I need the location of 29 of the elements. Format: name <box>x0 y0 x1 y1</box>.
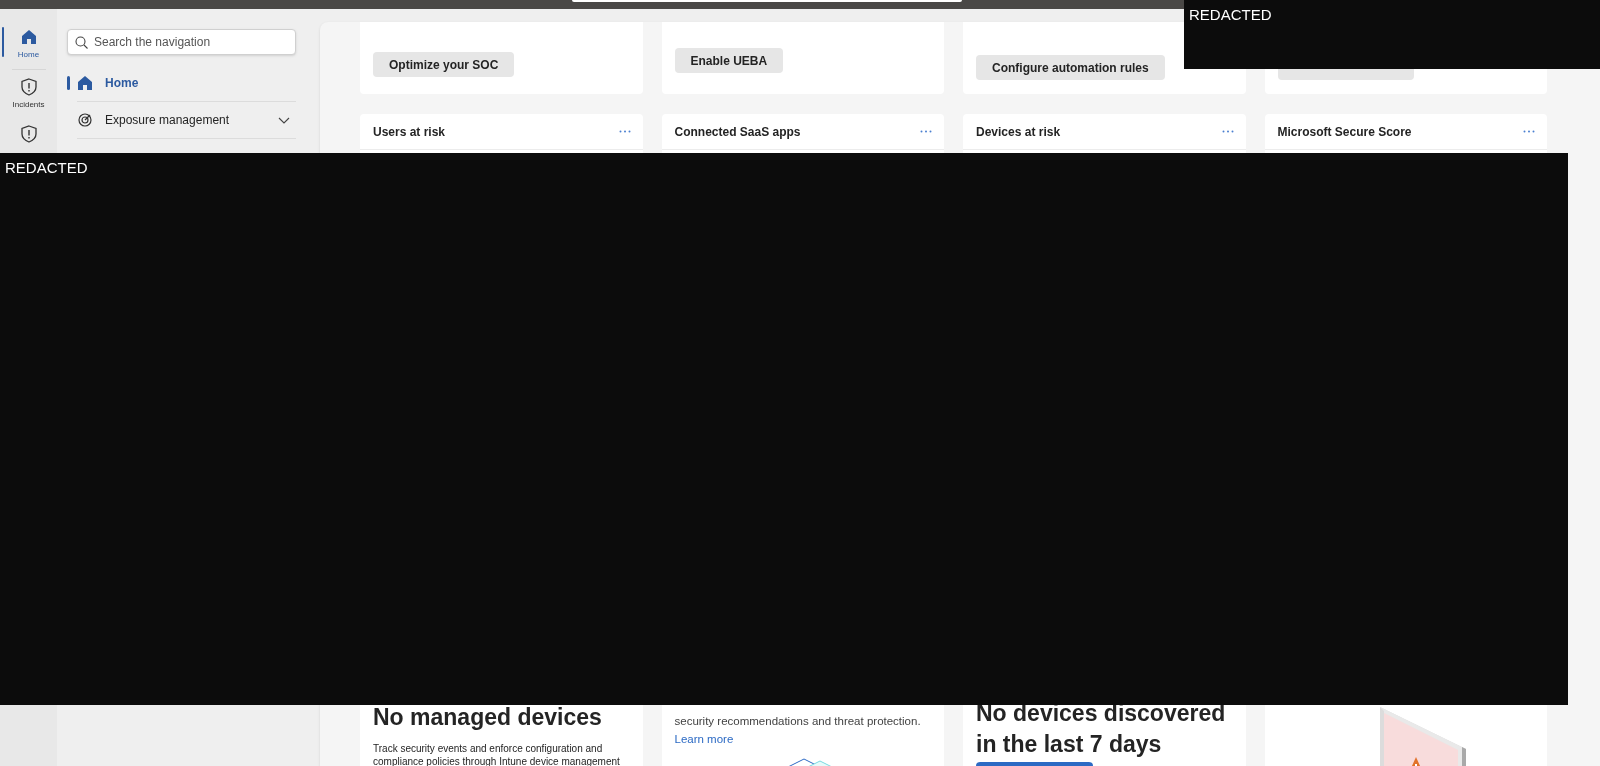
nav-item[interactable]: Home <box>67 65 296 101</box>
shield-icon <box>20 78 37 96</box>
search-field[interactable]: Search the navigation <box>67 29 296 55</box>
redaction-label: REDACTED <box>1189 5 1272 25</box>
more-icon[interactable] <box>1221 130 1234 133</box>
redaction-label: REDACTED <box>5 158 88 178</box>
card-heading: No managed devices <box>373 703 603 732</box>
chevron-down-icon[interactable] <box>278 116 290 124</box>
action-button[interactable]: Optimize your SOC <box>373 52 515 77</box>
shield-icon <box>20 125 37 143</box>
rail-item[interactable]: Incidents <box>0 72 57 119</box>
card-title: Microsoft Secure Score <box>1277 123 1412 141</box>
card-title: Devices at risk <box>976 123 1061 141</box>
home-icon <box>77 75 93 91</box>
more-icon[interactable] <box>618 130 631 133</box>
action-button[interactable]: Configure automation rules <box>976 55 1165 80</box>
more-icon[interactable] <box>1523 130 1535 133</box>
card-description: security recommendations and threat protection. <box>674 714 922 729</box>
more-icon[interactable] <box>920 130 932 133</box>
rail-item[interactable]: Home <box>0 22 57 69</box>
action-button[interactable]: Enable UEBA <box>674 48 784 73</box>
card-title: Users at risk <box>373 123 446 141</box>
card-title: Connected SaaS apps <box>674 123 801 141</box>
home-icon <box>20 29 37 45</box>
radar-icon <box>78 113 92 127</box>
learn-more-link[interactable]: Learn more <box>674 731 734 748</box>
search-icon <box>75 36 88 49</box>
card-heading: No devices discovered in the last 7 days <box>976 699 1227 759</box>
nav-item[interactable]: Exposure management <box>67 102 296 138</box>
